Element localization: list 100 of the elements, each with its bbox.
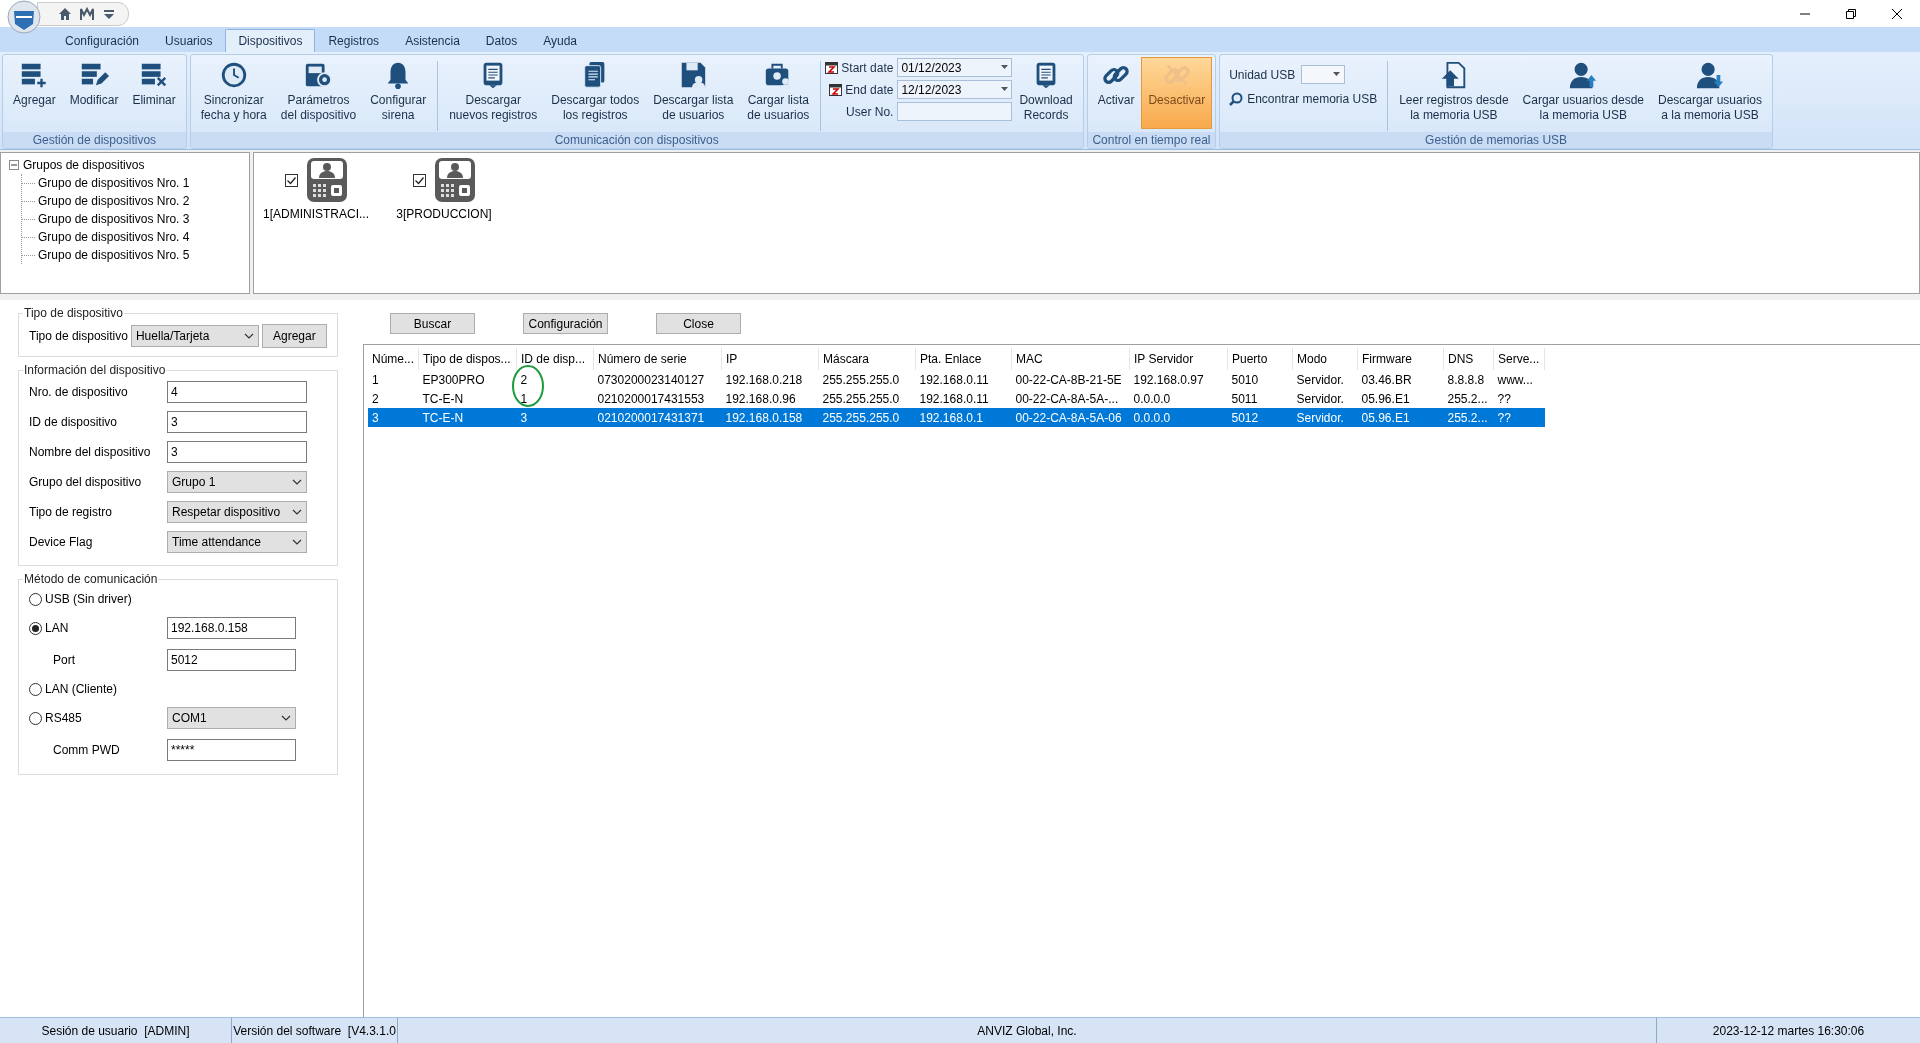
radio-label[interactable]: USB (Sin driver) — [45, 592, 132, 606]
chart-icon[interactable] — [80, 6, 94, 21]
radio-icon[interactable] — [29, 592, 42, 606]
column-header[interactable]: Modo — [1292, 348, 1358, 370]
column-header[interactable]: Número de serie — [593, 348, 722, 370]
column-header[interactable]: ID de disp... — [516, 348, 594, 370]
table-cell: 05.96.E1 — [1357, 408, 1444, 427]
table-cell: 255.255.255.0 — [818, 408, 916, 427]
text-field[interactable]: 5012 — [167, 649, 296, 671]
ribbon-button[interactable]: Eliminar — [125, 57, 183, 129]
radio-icon[interactable] — [29, 682, 42, 696]
terminal-icon[interactable] — [305, 157, 348, 203]
ribbon-button[interactable]: Parámetros del dispositivo — [273, 57, 364, 129]
ribbon-button[interactable]: Download Records — [1012, 57, 1080, 129]
table-cell: 2 — [516, 370, 594, 389]
text-field[interactable]: 192.168.0.158 — [167, 617, 296, 639]
dropdown[interactable]: Huella/Tarjeta — [130, 325, 259, 347]
dropdown[interactable]: Respetar dispositivo — [167, 501, 307, 523]
ribbon-button[interactable]: Cargar usuarios desde la memoria USB — [1515, 57, 1651, 129]
chevron-icon — [243, 333, 254, 339]
text-field[interactable]: 4 — [167, 381, 307, 403]
terminal-icon[interactable] — [433, 157, 476, 203]
collapse-icon[interactable] — [9, 160, 19, 170]
table-cell: 0.0.0.0 — [1129, 408, 1228, 427]
radio-label[interactable]: RS485 — [45, 711, 82, 725]
table-cell: 255.255.255.0 — [818, 370, 916, 389]
close-icon[interactable] — [1891, 7, 1903, 20]
ribbon-button[interactable]: Configurar sirena — [363, 57, 434, 129]
ribbon-button[interactable]: Sincronizar fecha y hora — [193, 57, 274, 129]
home-icon[interactable] — [58, 6, 72, 21]
table-cell: 255.255.255.0 — [818, 389, 916, 408]
add-button[interactable]: Agregar — [261, 324, 327, 348]
text-field[interactable]: ***** — [167, 739, 296, 761]
table-cell: 1 — [516, 389, 594, 408]
ribbon-button[interactable]: Descargar lista de usuarios — [646, 57, 741, 129]
column-header[interactable]: Puerto — [1227, 348, 1293, 370]
menu-tab[interactable]: Registros — [315, 29, 393, 52]
column-header[interactable]: IP Servidor — [1129, 348, 1228, 370]
calendar-icon — [825, 61, 839, 74]
table-cell: 192.168.0.11 — [915, 389, 1012, 408]
table-cell: 5011 — [1227, 389, 1293, 408]
field-label: ID de dispositivo — [29, 415, 119, 429]
input-field[interactable] — [897, 102, 1013, 121]
table-cell: 255.2... — [1443, 408, 1494, 427]
dropdown[interactable]: Time attendance — [167, 531, 307, 553]
find-usb-button[interactable]: Encontrar memoria USB — [1229, 92, 1378, 106]
column-header[interactable]: Tipo de dispos... — [418, 348, 517, 370]
menu-tab[interactable]: Configuración — [52, 29, 153, 52]
menu-tab[interactable]: Usuarios — [152, 29, 226, 52]
ribbon-button[interactable]: Leer registros desde la memoria USB — [1392, 57, 1516, 129]
field-label: Tipo de registro — [29, 505, 113, 519]
radio-label[interactable]: LAN (Cliente) — [45, 682, 118, 696]
column-header[interactable]: Firmware — [1357, 348, 1444, 370]
text-field[interactable]: 3 — [167, 441, 307, 463]
ribbon-button[interactable]: Descargar todos los registros — [544, 57, 647, 129]
table-cell: 00-22-CA-8A-5A-... — [1011, 389, 1130, 408]
user-download-icon — [1695, 60, 1725, 90]
field-label: Tipo de dispositivo — [29, 329, 128, 343]
dropdown[interactable]: COM1 — [167, 707, 296, 729]
selected-radio-icon[interactable] — [29, 621, 42, 635]
chevron-icon — [281, 715, 291, 721]
table-cell: Servidor. — [1292, 408, 1358, 427]
checked-checkbox-icon[interactable] — [412, 173, 426, 187]
column-header[interactable]: DNS — [1443, 348, 1494, 370]
column-header[interactable]: Máscara — [818, 348, 916, 370]
action-button[interactable]: Buscar — [390, 313, 475, 334]
menu-tab[interactable]: Ayuda — [530, 29, 590, 52]
ribbon-button[interactable]: Cargar lista de usuarios — [740, 57, 817, 129]
date-field[interactable]: 12/12/2023 — [897, 80, 1013, 99]
ribbon-group-title: Gestión de dispositivos — [3, 132, 186, 148]
ribbon-button[interactable]: Modificar — [62, 57, 126, 129]
column-header[interactable]: MAC — [1011, 348, 1130, 370]
table-cell: TC-E-N — [418, 389, 517, 408]
date-field[interactable]: 01/12/2023 — [897, 58, 1013, 77]
radio-label[interactable]: LAN — [45, 621, 69, 635]
menu-tab[interactable]: Dispositivos — [225, 29, 316, 52]
table-cell: 8.8.8.8 — [1443, 370, 1494, 389]
action-button[interactable]: Configuración — [523, 313, 608, 334]
action-button[interactable]: Close — [656, 313, 741, 334]
tree-item[interactable]: Grupos de dispositivos — [23, 158, 145, 172]
radio-icon[interactable] — [29, 711, 42, 725]
column-header[interactable]: Serve... — [1493, 348, 1545, 370]
ribbon-button[interactable]: Descargar nuevos registros — [442, 57, 545, 129]
menu-tab[interactable]: Datos — [472, 29, 531, 52]
column-header[interactable]: Núme... — [368, 348, 419, 370]
column-header[interactable]: IP — [721, 348, 819, 370]
menu-tab[interactable]: Asistencia — [392, 29, 473, 52]
column-header[interactable]: Pta. Enlace — [915, 348, 1012, 370]
checked-checkbox-icon[interactable] — [284, 173, 298, 187]
restore-icon[interactable] — [1845, 7, 1857, 20]
device-label: 1[ADMINISTRACI... — [263, 207, 369, 221]
table-cell: 192.168.0.11 — [915, 370, 1012, 389]
ribbon-button[interactable]: Descargar usuarios a la memoria USB — [1651, 57, 1770, 129]
field-label: Unidad USB — [1229, 67, 1296, 82]
text-field[interactable]: 3 — [167, 411, 307, 433]
field-label: End date — [845, 82, 894, 97]
ribbon-button[interactable]: Agregar — [6, 57, 63, 129]
dropdown[interactable]: Grupo 1 — [167, 471, 307, 493]
ribbon-button[interactable]: Activar — [1090, 57, 1142, 129]
table-cell: 1 — [368, 370, 419, 389]
